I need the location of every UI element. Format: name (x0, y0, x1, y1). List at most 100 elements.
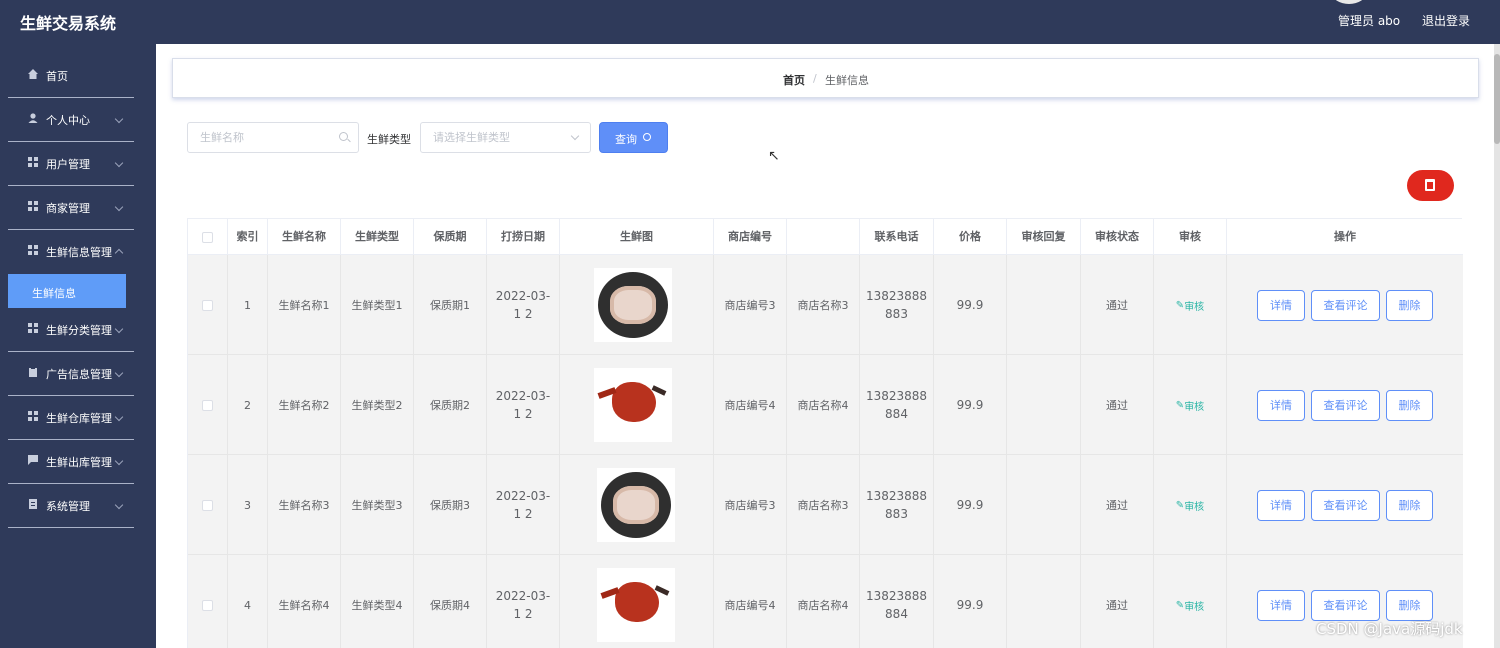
sidebar-item-system[interactable]: 系统管理 (8, 484, 134, 528)
delete-button[interactable]: 删除 (1386, 489, 1433, 521)
cell-reply (1007, 555, 1081, 648)
row-select-cell[interactable] (188, 455, 228, 555)
edit-icon: ✎ (1175, 599, 1185, 611)
cell-reply (1007, 355, 1081, 455)
cell-price: 99.9 (934, 355, 1007, 455)
name-search-field[interactable] (187, 122, 359, 153)
sidebar-item-label: 个人中心 (46, 114, 90, 127)
shrimp-photo (597, 468, 675, 542)
row-checkbox[interactable] (202, 599, 213, 611)
table-row: 4 生鲜名称4 生鲜类型4 保质期4 2022-03-1 2 商店编号4 商店名… (188, 555, 1463, 648)
batch-delete-button[interactable] (1407, 170, 1454, 201)
cell-index: 3 (228, 455, 268, 555)
page-scrollbar[interactable] (1494, 44, 1500, 648)
cell-status: 通过 (1081, 355, 1154, 455)
mouse-cursor-icon: ↖ (768, 148, 780, 164)
table-row: 2 生鲜名称2 生鲜类型2 保质期2 2022-03-1 2 商店编号4 商店名… (188, 355, 1463, 455)
chevron-down-icon (114, 368, 124, 378)
breadcrumb-home[interactable]: 首页 (783, 72, 805, 88)
sidebar-item-label: 生鲜出库管理 (46, 456, 112, 469)
query-button-label: 查询 (615, 133, 637, 146)
sidebar-item-warehouse[interactable]: 生鲜仓库管理 (8, 396, 134, 440)
cell-actions: 详情 查看评论 删除 (1227, 455, 1463, 555)
chevron-down-icon (570, 131, 580, 141)
query-button[interactable]: 查询 (599, 122, 668, 153)
column-header: 价格 (934, 219, 1007, 255)
doc-icon (29, 499, 37, 509)
cell-phone: 13823888 883 (860, 255, 934, 355)
sidebar-item-home[interactable]: 首页 (8, 54, 134, 98)
column-header (787, 219, 860, 255)
detail-button[interactable]: 详情 (1257, 589, 1305, 621)
cell-type: 生鲜类型3 (341, 455, 414, 555)
scrollbar-thumb[interactable] (1494, 54, 1500, 144)
type-select[interactable] (420, 122, 591, 153)
sidebar: 首页 个人中心 用户管理 商家管理 生鲜信息管理 生鲜信息 生鲜分类管理 广告信… (0, 44, 156, 648)
name-search-input[interactable] (200, 131, 330, 144)
logout-link[interactable]: 退出登录 (1422, 12, 1470, 29)
sidebar-item-label: 商家管理 (46, 202, 90, 215)
column-header: 审核回复 (1007, 219, 1081, 255)
column-header: 联系电话 (860, 219, 934, 255)
cell-shop-name: 商店名称3 (787, 455, 860, 555)
detail-button[interactable]: 详情 (1257, 289, 1305, 321)
sidebar-item-label: 生鲜分类管理 (46, 324, 112, 337)
row-select-cell[interactable] (188, 555, 228, 648)
row-checkbox[interactable] (202, 499, 213, 511)
cell-image (560, 255, 714, 355)
chevron-up-icon (114, 248, 124, 258)
chevron-down-icon (114, 500, 124, 510)
grid-icon (28, 323, 38, 333)
delete-button[interactable]: 删除 (1386, 589, 1433, 621)
detail-button[interactable]: 详情 (1257, 389, 1305, 421)
view-comments-button[interactable]: 查看评论 (1311, 389, 1380, 421)
sidebar-item-users[interactable]: 用户管理 (8, 142, 134, 186)
delete-button[interactable]: 删除 (1386, 389, 1433, 421)
grid-icon (28, 411, 38, 421)
home-icon (28, 69, 38, 79)
sidebar-item-label: 首页 (46, 70, 68, 83)
breadcrumb: 首页 / 生鲜信息 (172, 58, 1479, 98)
row-select-cell[interactable] (188, 355, 228, 455)
sidebar-item-label: 生鲜信息管理 (46, 246, 112, 259)
header-select-all[interactable] (188, 219, 228, 255)
view-comments-button[interactable]: 查看评论 (1311, 289, 1380, 321)
sidebar-item-ads[interactable]: 广告信息管理 (8, 352, 134, 396)
audit-link[interactable]: ✎ 审核 (1154, 555, 1227, 648)
sidebar-item-fresh-info[interactable]: 生鲜信息管理 (8, 230, 134, 274)
cell-shop-no: 商店编号4 (714, 355, 787, 455)
detail-button[interactable]: 详情 (1257, 489, 1305, 521)
audit-link[interactable]: ✎ 审核 (1154, 255, 1227, 355)
avatar[interactable] (1332, 0, 1366, 4)
sidebar-item-categories[interactable]: 生鲜分类管理 (8, 308, 134, 352)
row-checkbox[interactable] (202, 299, 213, 311)
audit-link[interactable]: ✎ 审核 (1154, 455, 1227, 555)
cell-type: 生鲜类型4 (341, 555, 414, 648)
cell-index: 2 (228, 355, 268, 455)
cell-shop-name: 商店名称4 (787, 355, 860, 455)
type-filter-label: 生鲜类型 (367, 133, 411, 146)
sidebar-item-merchants[interactable]: 商家管理 (8, 186, 134, 230)
user-icon (28, 113, 38, 123)
chevron-down-icon (114, 456, 124, 466)
view-comments-button[interactable]: 查看评论 (1311, 589, 1380, 621)
column-header: 生鲜类型 (341, 219, 414, 255)
audit-label: 审核 (1184, 501, 1205, 513)
sidebar-item-profile[interactable]: 个人中心 (8, 98, 134, 142)
watermark: CSDN @Java源码jdk (1316, 620, 1463, 638)
crayfish-photo (594, 368, 672, 442)
chevron-down-icon (114, 202, 124, 212)
sidebar-item-outbound[interactable]: 生鲜出库管理 (8, 440, 134, 484)
delete-button[interactable]: 删除 (1386, 289, 1433, 321)
cell-status: 通过 (1081, 455, 1154, 555)
row-select-cell[interactable] (188, 255, 228, 355)
type-select-input[interactable] (433, 131, 563, 144)
cell-shop-no: 商店编号3 (714, 455, 787, 555)
audit-link[interactable]: ✎ 审核 (1154, 355, 1227, 455)
cell-shop-no: 商店编号4 (714, 555, 787, 648)
table-row: 3 生鲜名称3 生鲜类型3 保质期3 2022-03-1 2 商店编号3 商店名… (188, 455, 1463, 555)
sidebar-subitem-fresh-info[interactable]: 生鲜信息 (8, 274, 126, 308)
select-all-checkbox[interactable] (202, 231, 213, 243)
view-comments-button[interactable]: 查看评论 (1311, 489, 1380, 521)
row-checkbox[interactable] (202, 399, 213, 411)
